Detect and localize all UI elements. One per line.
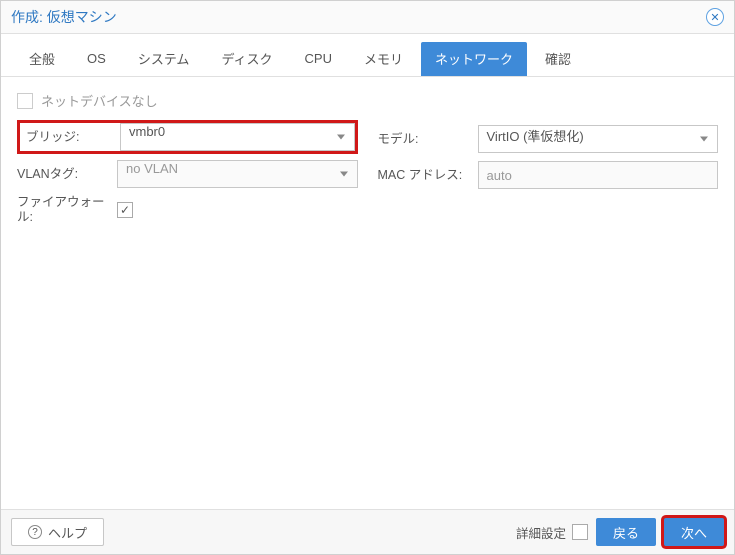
left-column: ネットデバイスなし ブリッジ: vmbr0 VLANタグ: no VLAN bbox=[17, 91, 358, 226]
mac-value: auto bbox=[487, 168, 512, 183]
firewall-row: ファイアウォール: ✓ bbox=[17, 194, 358, 226]
advanced-label: 詳細設定 bbox=[516, 523, 566, 542]
titlebar: 作成: 仮想マシン ✕ bbox=[1, 1, 734, 34]
advanced-toggle[interactable]: 詳細設定 bbox=[516, 523, 588, 542]
help-button[interactable]: ? ヘルプ bbox=[11, 518, 104, 546]
tab-disk[interactable]: ディスク bbox=[207, 42, 286, 76]
vlan-label: VLANタグ: bbox=[17, 167, 117, 182]
right-column: モデル: VirtIO (準仮想化) MAC アドレス: auto bbox=[378, 91, 719, 191]
tab-general[interactable]: 全般 bbox=[15, 42, 69, 76]
footer: ? ヘルプ 詳細設定 戻る 次へ bbox=[1, 509, 734, 554]
bridge-row: ブリッジ: vmbr0 bbox=[17, 120, 358, 154]
firewall-checkbox[interactable]: ✓ bbox=[117, 202, 133, 218]
tab-cpu[interactable]: CPU bbox=[291, 44, 346, 74]
model-value: VirtIO (準仮想化) bbox=[487, 129, 584, 144]
back-label: 戻る bbox=[613, 523, 639, 542]
no-net-device-row: ネットデバイスなし bbox=[17, 91, 358, 110]
mac-row: MAC アドレス: auto bbox=[378, 159, 719, 191]
bridge-value: vmbr0 bbox=[129, 124, 165, 139]
advanced-checkbox[interactable] bbox=[572, 524, 588, 540]
mac-label: MAC アドレス: bbox=[378, 168, 478, 183]
mac-input[interactable]: auto bbox=[478, 161, 719, 189]
create-vm-dialog: 作成: 仮想マシン ✕ 全般 OS システム ディスク CPU メモリ ネットワ… bbox=[0, 0, 735, 555]
tab-confirm[interactable]: 確認 bbox=[531, 42, 585, 76]
back-button[interactable]: 戻る bbox=[596, 518, 656, 546]
tabbar: 全般 OS システム ディスク CPU メモリ ネットワーク 確認 bbox=[1, 34, 734, 77]
model-select[interactable]: VirtIO (準仮想化) bbox=[478, 125, 719, 153]
bridge-select[interactable]: vmbr0 bbox=[120, 123, 355, 151]
no-net-device-checkbox[interactable] bbox=[17, 93, 33, 109]
vlan-select[interactable]: no VLAN bbox=[117, 160, 358, 188]
tab-memory[interactable]: メモリ bbox=[350, 42, 417, 76]
vlan-value: no VLAN bbox=[126, 161, 178, 176]
tab-network[interactable]: ネットワーク bbox=[421, 42, 527, 76]
help-label: ヘルプ bbox=[48, 523, 87, 542]
window-title: 作成: 仮想マシン bbox=[11, 7, 117, 27]
firewall-label: ファイアウォール: bbox=[17, 195, 117, 225]
help-icon: ? bbox=[28, 525, 42, 539]
tab-system[interactable]: システム bbox=[124, 42, 204, 76]
model-label: モデル: bbox=[378, 132, 478, 147]
vlan-row: VLANタグ: no VLAN bbox=[17, 158, 358, 190]
content-area: ネットデバイスなし ブリッジ: vmbr0 VLANタグ: no VLAN bbox=[1, 77, 734, 509]
close-icon[interactable]: ✕ bbox=[706, 8, 724, 26]
tab-os[interactable]: OS bbox=[73, 44, 120, 74]
next-button[interactable]: 次へ bbox=[664, 518, 724, 546]
no-net-device-label: ネットデバイスなし bbox=[41, 91, 158, 110]
spacer bbox=[378, 91, 719, 119]
next-label: 次へ bbox=[681, 523, 707, 542]
model-row: モデル: VirtIO (準仮想化) bbox=[378, 123, 719, 155]
bridge-label: ブリッジ: bbox=[20, 130, 120, 145]
